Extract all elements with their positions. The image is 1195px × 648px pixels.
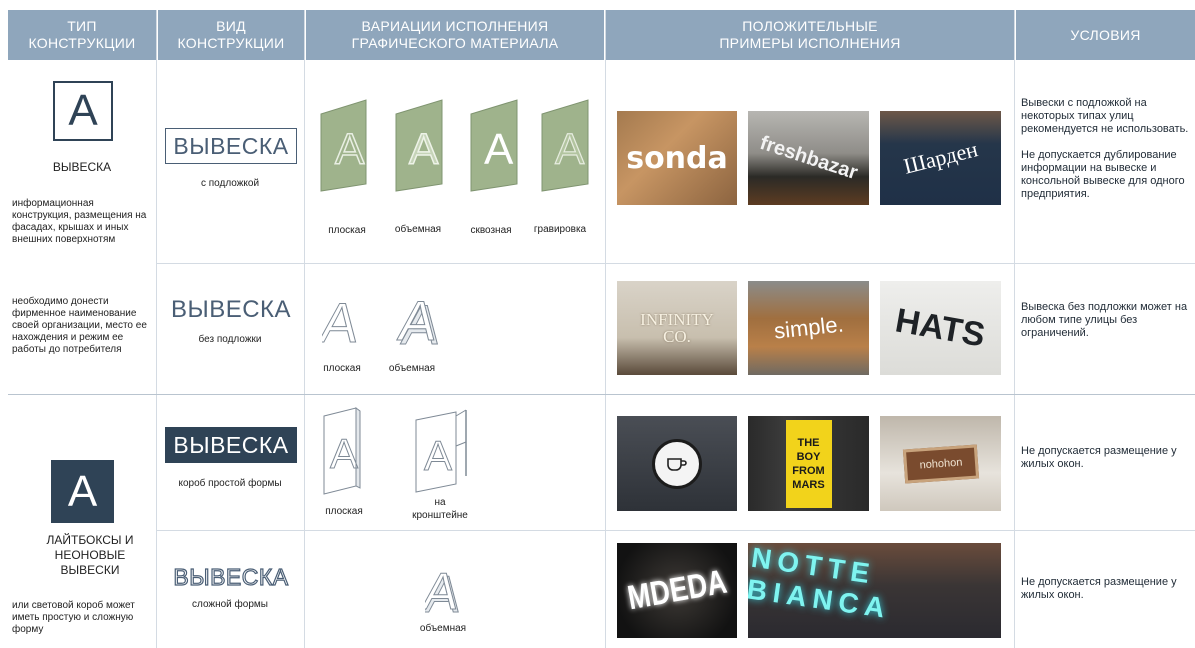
signboard-icon: A — [53, 81, 113, 141]
sign-simple-box-caption: короб простой формы — [178, 478, 282, 489]
group1-title: ВЫВЕСКА — [52, 160, 112, 174]
photo-sign-text: simple. — [772, 311, 845, 344]
photo-sign-text: HATS — [892, 300, 989, 355]
variant-label-flat: плоская — [328, 225, 366, 236]
lightbox-icon-letter: A — [67, 466, 98, 516]
header-examples-text: ПОЛОЖИТЕЛЬНЫЕ ПРИМЕРЫ ИСПОЛНЕНИЯ — [719, 18, 901, 51]
panel-flat: A — [320, 99, 367, 192]
group1-description-purpose: необходимо донести фирменное наименовани… — [12, 296, 147, 355]
sign-with-backing: ВЫВЕСКА — [165, 128, 297, 164]
example-photo-freshbazar: freshbazar — [748, 111, 869, 205]
yellow-sign: THE BOY FROM MARS — [785, 419, 832, 508]
group2-description: или световой короб может иметь простую и… — [12, 600, 135, 635]
header-conditions: УСЛОВИЯ — [1016, 10, 1195, 60]
panel-through: A — [470, 99, 518, 192]
coffee-cup-icon — [652, 438, 702, 489]
box-flat: A — [323, 407, 361, 495]
condition-row2: Вывеска без подложки может на любом типе… — [1021, 301, 1188, 339]
variant-letter-row4: A A — [425, 563, 465, 620]
variant-label-volumetric: объемная — [419, 623, 467, 634]
variant-panels-row1: A A A A — [320, 99, 589, 192]
group1-description: информационная конструкция, размещения н… — [12, 198, 147, 245]
panel-letter: A — [555, 125, 585, 174]
sign-with-backing-caption: с подложкой — [200, 178, 260, 189]
example-photo-shardan: Шардeн — [880, 111, 1001, 205]
example-photo-sonda: sonda — [617, 111, 737, 205]
variant-label-volumetric: объемная — [388, 363, 436, 374]
header-type-text: ТИП КОНСТРУКЦИИ — [28, 18, 136, 51]
example-photo-coffee — [617, 416, 737, 511]
example-photo-mdeda: MDEDA — [617, 543, 737, 638]
lightbox-icon: A — [51, 460, 114, 523]
example-photo-boy-from-mars: THE BOY FROM MARS — [748, 416, 869, 511]
photo-sign-text: sonda — [626, 140, 728, 176]
photo-sign-text: nohohon — [918, 456, 963, 471]
panel-engraving: A — [541, 99, 589, 192]
photo-sign-text: Шардeн — [900, 136, 980, 179]
cup-glyph — [667, 457, 687, 471]
example-photo-hats: HATS — [880, 281, 1001, 375]
header-type: ТИП КОНСТРУКЦИИ — [8, 10, 156, 60]
variant-boxes-row3: A A — [323, 407, 467, 495]
grid-line — [1014, 10, 1015, 648]
grid-line — [8, 394, 1195, 395]
box-letter: A — [330, 430, 358, 477]
condition-row1: Вывески с подложкой на некоторых типах у… — [1021, 97, 1189, 200]
header-kind: ВИД КОНСТРУКЦИИ — [158, 10, 304, 60]
panel-letter: A — [335, 125, 365, 174]
header-conditions-text: УСЛОВИЯ — [1070, 26, 1141, 43]
example-photo-nohohon: nohohon — [880, 416, 1001, 511]
variant-label-engraving: гравировка — [533, 224, 587, 235]
header-examples: ПОЛОЖИТЕЛЬНЫЕ ПРИМЕРЫ ИСПОЛНЕНИЯ — [606, 10, 1014, 60]
signboard-icon-letter: A — [68, 86, 98, 135]
variant-letters-row2: A A A — [322, 289, 442, 357]
variant-label-through: сквозная — [470, 225, 512, 236]
photo-sign-text: INFINITY CO. — [640, 310, 714, 346]
grid-line — [605, 10, 606, 648]
panel-volumetric: A — [395, 99, 443, 192]
photo-sign-text: NOTTE BIANCA — [748, 543, 893, 624]
sign-simple-box: ВЫВЕСКА — [165, 427, 297, 463]
grid-line — [156, 530, 1195, 531]
sign-complex-shape-caption: сложной формы — [192, 599, 268, 610]
sign-complex-shape: ВЫВЕСКА — [173, 563, 289, 590]
variant-label-flat: плоская — [323, 363, 361, 374]
sign-without-backing-caption: без подложки — [198, 334, 262, 345]
box-bracket: A — [415, 409, 467, 493]
panel-letter: A — [484, 125, 514, 174]
hanging-sign: nohohon — [902, 443, 979, 484]
header-kind-text: ВИД КОНСТРУКЦИИ — [177, 18, 285, 51]
grid-line — [156, 263, 1195, 264]
group2-title: ЛАЙТБОКСЫ И НЕОНОВЫЕ ВЫВЕСКИ — [46, 533, 134, 577]
example-photo-simple: simple. — [748, 281, 869, 375]
condition-row4: Не допускается размещение у жилых окон. — [1021, 576, 1177, 601]
variant-label-bracket: на кронштейне — [412, 497, 468, 521]
photo-sign-text: freshbazar — [757, 131, 861, 184]
box-letter: A — [424, 432, 452, 479]
variant-label-volumetric: объемная — [394, 224, 442, 235]
header-variations: ВАРИАЦИИ ИСПОЛНЕНИЯ ГРАФИЧЕСКОГО МАТЕРИА… — [306, 10, 604, 60]
grid-line — [304, 10, 305, 648]
example-photo-notte-bianca: NOTTE BIANCA — [748, 543, 1001, 638]
panel-letter: A — [409, 125, 439, 174]
header-variations-text: ВАРИАЦИИ ИСПОЛНЕНИЯ ГРАФИЧЕСКОГО МАТЕРИА… — [351, 18, 559, 51]
photo-sign-text: THE BOY FROM MARS — [792, 436, 825, 491]
photo-sign-text: MDEDA — [624, 562, 730, 618]
letter-flat: A — [322, 291, 363, 354]
sign-without-backing: ВЫВЕСКА — [170, 296, 292, 323]
grid-line — [156, 10, 157, 648]
variant-label-flat: плоская — [325, 506, 363, 517]
example-photo-infinity: INFINITY CO. — [617, 281, 737, 375]
condition-row3: Не допускается размещение у жилых окон. — [1021, 445, 1177, 470]
